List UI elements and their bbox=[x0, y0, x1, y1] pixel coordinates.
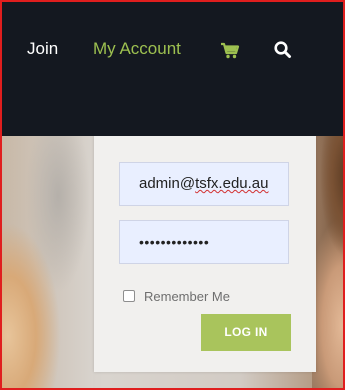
search-icon[interactable] bbox=[272, 39, 294, 61]
nav-join-link[interactable]: Join bbox=[27, 38, 58, 60]
email-field[interactable]: admin@tsfx.edu.au bbox=[119, 162, 289, 206]
top-navigation-bar: Join My Account bbox=[2, 2, 343, 136]
remember-me-option[interactable]: Remember Me bbox=[123, 288, 230, 304]
cart-icon[interactable] bbox=[219, 39, 241, 61]
email-domain-text: tsfx.edu.au bbox=[195, 175, 269, 192]
hero-photo-left-person bbox=[2, 136, 93, 388]
remember-me-checkbox[interactable] bbox=[123, 290, 135, 302]
login-form-panel: admin@tsfx.edu.au ••••••••••••• Remember… bbox=[94, 136, 316, 372]
remember-me-label: Remember Me bbox=[144, 288, 230, 304]
hero-photo-right-person bbox=[312, 136, 343, 388]
hero-background-photo: admin@tsfx.edu.au ••••••••••••• Remember… bbox=[2, 136, 343, 388]
email-user-text: admin@ bbox=[139, 175, 196, 192]
login-button[interactable]: LOG IN bbox=[201, 314, 291, 351]
screenshot-frame: Join My Account admin@tsfx.edu.au ••••••… bbox=[0, 0, 345, 390]
nav-my-account-link[interactable]: My Account bbox=[93, 38, 181, 60]
password-field[interactable]: ••••••••••••• bbox=[119, 220, 289, 264]
